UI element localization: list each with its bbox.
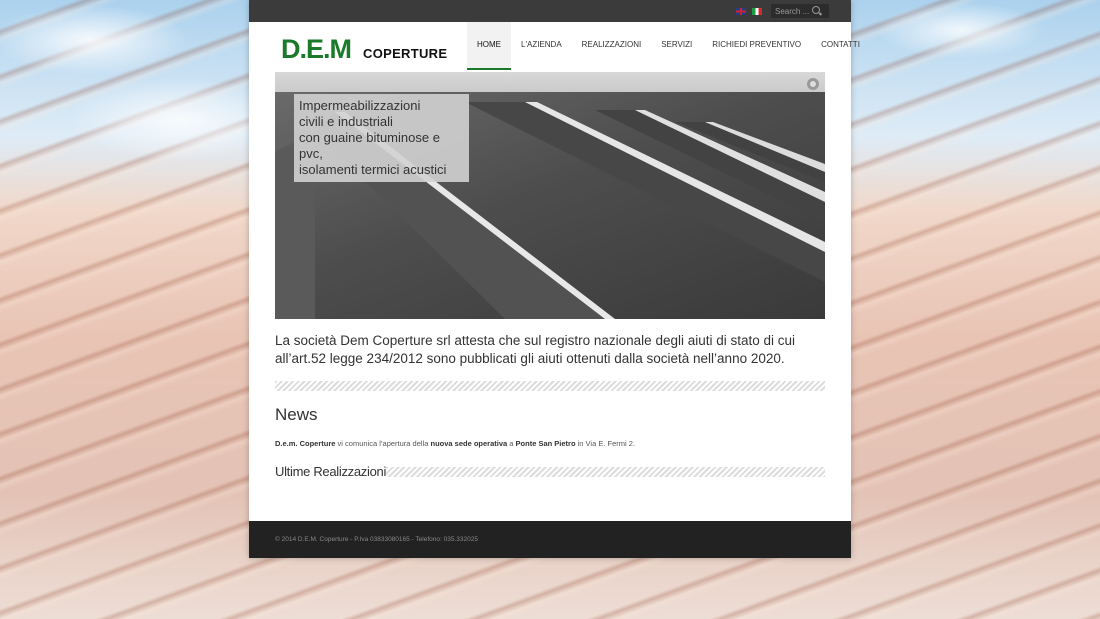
news-company: D.e.m. Coperture (275, 439, 336, 448)
news-item: D.e.m. Coperture vi comunica l’apertura … (275, 439, 635, 448)
caption-line: Impermeabilizzazioni (299, 98, 421, 113)
caption-line: con guaine bituminose e pvc, (299, 130, 440, 161)
top-bar (249, 0, 851, 22)
nav-item-realizzazioni[interactable]: REALIZZAZIONI (572, 22, 652, 68)
news-text-part: in Via E. Fermi 2. (575, 439, 636, 448)
nav-item-home[interactable]: HOME (467, 22, 511, 70)
section-divider (275, 381, 825, 391)
news-heading: News (275, 405, 318, 424)
slider-caption: Impermeabilizzazioni civili e industrial… (294, 94, 469, 182)
search-input[interactable] (771, 4, 829, 18)
caption-line: civili e industriali (299, 114, 393, 129)
latest-works-heading: Ultime Realizzazioni (275, 464, 387, 479)
nav-item-azienda[interactable]: L'AZIENDA (511, 22, 572, 68)
nav-item-servizi[interactable]: SERVIZI (651, 22, 702, 68)
news-new-office: nuova sede operativa (430, 439, 508, 448)
news-text-part: a (507, 439, 516, 448)
main-nav: HOME L'AZIENDA REALIZZAZIONI SERVIZI RIC… (467, 22, 870, 70)
caption-line: isolamenti termici acustici (299, 162, 447, 177)
intro-text: La società Dem Coperture srl attesta che… (275, 333, 796, 366)
search-icon[interactable] (812, 6, 820, 14)
logo-mark: D.E.M (281, 34, 352, 64)
en-flag-icon[interactable] (736, 8, 746, 15)
news-location: Ponte San Pietro (515, 439, 576, 448)
news-text-part: vi comunica l’apertura della (335, 439, 431, 448)
page-container: D.E.M COPERTURE HOME L'AZIENDA REALIZZAZ… (249, 0, 860, 558)
nav-item-contatti[interactable]: CONTATTI (811, 22, 870, 68)
it-flag-icon[interactable] (752, 8, 762, 15)
logo-name: COPERTURE (363, 46, 448, 61)
section-divider (386, 467, 825, 477)
footer-copyright: © 2014 D.E.M. Coperture - P.Iva 03833080… (275, 536, 478, 543)
hero-slider[interactable]: Impermeabilizzazioni civili e industrial… (275, 72, 825, 319)
nav-item-preventivo[interactable]: RICHIEDI PREVENTIVO (702, 22, 811, 68)
footer: © 2014 D.E.M. Coperture - P.Iva 03833080… (249, 521, 851, 558)
slider-pager-dot[interactable] (807, 78, 819, 90)
